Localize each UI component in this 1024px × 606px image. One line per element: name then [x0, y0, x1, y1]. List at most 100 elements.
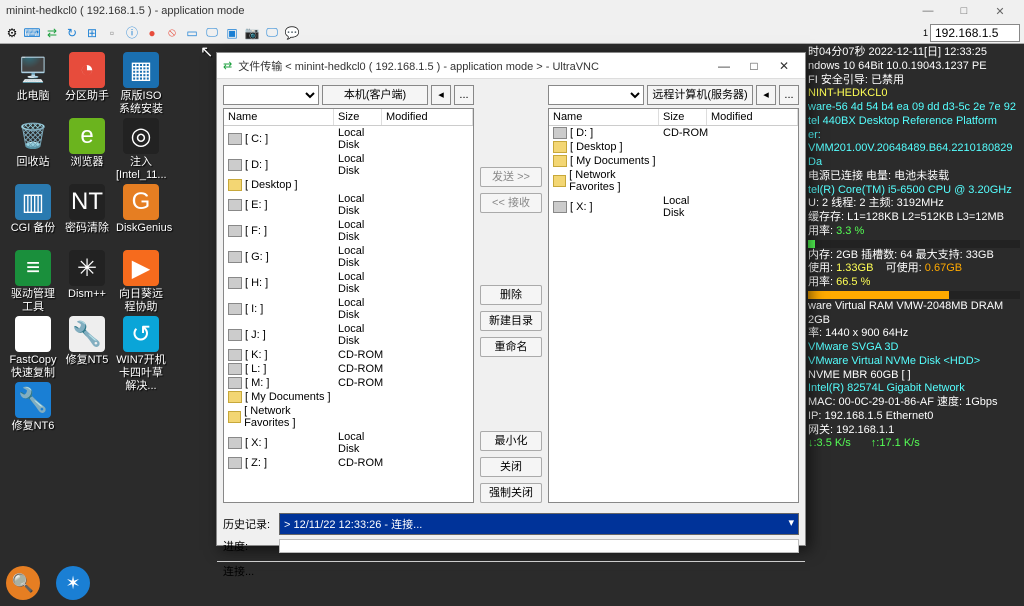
dialog-footer: 历史记录: > 12/11/22 12:33:26 - 连接...▾ 进度:	[217, 509, 805, 561]
toolbar-record-icon[interactable]: ⦸	[164, 25, 180, 41]
taskbar-icon[interactable]: 🔍	[6, 566, 40, 600]
file-row[interactable]: [ D: ]CD-ROM	[549, 126, 798, 140]
close-button[interactable]: ✕	[982, 5, 1018, 18]
drive-icon	[228, 199, 242, 211]
desktop-icon[interactable]: ◎注入[Intel_11...	[116, 118, 166, 182]
remote-file-list[interactable]: Name Size Modified [ D: ]CD-ROM[ Desktop…	[548, 108, 799, 503]
file-row[interactable]: [ M: ]CD-ROM	[224, 376, 473, 390]
col-size[interactable]: Size	[334, 109, 382, 125]
file-row[interactable]: [ X: ]Local Disk	[549, 194, 798, 220]
col-modified[interactable]: Modified	[382, 109, 473, 125]
file-row[interactable]: [ F: ]Local Disk	[224, 218, 473, 244]
toolbar-display-icon[interactable]: 🖵	[204, 25, 220, 41]
desktop-icon[interactable]: 🗑️回收站	[8, 118, 58, 169]
rename-button[interactable]: 重命名	[480, 337, 542, 357]
progress-bar	[279, 539, 799, 553]
folder-icon	[553, 141, 567, 153]
drive-icon	[553, 201, 567, 213]
desktop-icon[interactable]: ≡驱动管理工具	[8, 250, 58, 314]
file-row[interactable]: [ Network Favorites ]	[549, 168, 798, 194]
window-title: minint-hedkcl0 ( 192.168.1.5 ) - applica…	[6, 5, 244, 17]
local-nav-up[interactable]: ◂	[431, 85, 451, 105]
col-size[interactable]: Size	[659, 109, 707, 125]
remote-pane: 远程计算机(服务器) ◂ ... Name Size Modified [ D:…	[548, 85, 799, 503]
toolbar-monitor2-icon[interactable]: 🖵	[264, 25, 280, 41]
maximize-button[interactable]: □	[946, 5, 982, 18]
file-row[interactable]: [ C: ]Local Disk	[224, 126, 473, 152]
desktop-icon[interactable]: GDiskGenius	[116, 184, 166, 235]
desktop-icon[interactable]: NT密码清除	[62, 184, 112, 235]
file-row[interactable]: [ I: ]Local Disk	[224, 296, 473, 322]
taskbar-icon[interactable]: ✶	[56, 566, 90, 600]
file-row[interactable]: [ K: ]CD-ROM	[224, 348, 473, 362]
minimize-button[interactable]: 最小化	[480, 431, 542, 451]
col-modified[interactable]: Modified	[707, 109, 798, 125]
drive-icon	[228, 251, 242, 263]
file-row[interactable]: [ Network Favorites ]	[224, 404, 473, 430]
file-row[interactable]: [ J: ]Local Disk	[224, 322, 473, 348]
drive-icon	[228, 377, 242, 389]
desktop-icon[interactable]: 🖥️此电脑	[8, 52, 58, 103]
dialog-status: 连接...	[217, 561, 805, 580]
toolbar-transfer-icon[interactable]: ⇄	[44, 25, 60, 41]
dialog-close-button[interactable]: ✕	[769, 59, 799, 73]
sysinfo-overlay: 时04分07秒 2022-12-11[日] 12:33:25 ndows 10 …	[804, 44, 1024, 453]
toolbar-blank-icon[interactable]: ▫	[104, 25, 120, 41]
toolbar-camera-icon[interactable]: 📷	[244, 25, 260, 41]
desktop-icon[interactable]: FCFastCopy快速复制	[8, 316, 58, 380]
toolbar-chat-icon[interactable]: 💬	[284, 25, 300, 41]
file-row[interactable]: [ Z: ]CD-ROM	[224, 456, 473, 470]
dialog-maximize-button[interactable]: □	[739, 59, 769, 73]
remote-nav-more[interactable]: ...	[779, 85, 799, 105]
desktop-icon[interactable]: ▥CGI 备份	[8, 184, 58, 235]
send-button[interactable]: 发送 >>	[480, 167, 542, 187]
minimize-button[interactable]: —	[910, 5, 946, 18]
desktop-icon[interactable]: ▦原版ISO系统安装	[116, 52, 166, 116]
receive-button[interactable]: << 接收	[480, 193, 542, 213]
file-row[interactable]: [ D: ]Local Disk	[224, 152, 473, 178]
toolbar-monitors-icon[interactable]: ▣	[224, 25, 240, 41]
close-dialog-button[interactable]: 关闭	[480, 457, 542, 477]
toolbar-refresh-icon[interactable]: ↻	[64, 25, 80, 41]
desktop-icon[interactable]: 🔧修复NT6	[8, 382, 58, 433]
file-row[interactable]: [ E: ]Local Disk	[224, 192, 473, 218]
file-row[interactable]: [ H: ]Local Disk	[224, 270, 473, 296]
file-row[interactable]: [ My Documents ]	[224, 390, 473, 404]
remote-nav-up[interactable]: ◂	[756, 85, 776, 105]
progress-label: 进度:	[223, 538, 273, 554]
mkdir-button[interactable]: 新建目录	[480, 311, 542, 331]
toolbar-fullscreen-icon[interactable]: ▭	[184, 25, 200, 41]
file-row[interactable]: [ My Documents ]	[549, 154, 798, 168]
local-label-button[interactable]: 本机(客户端)	[322, 85, 428, 105]
desktop-icon[interactable]: ✳Dism++	[62, 250, 112, 301]
desktop-icon[interactable]: e浏览器	[62, 118, 112, 169]
remote-label-button[interactable]: 远程计算机(服务器)	[647, 85, 753, 105]
ip-input[interactable]	[930, 24, 1020, 42]
local-nav-more[interactable]: ...	[454, 85, 474, 105]
local-file-list[interactable]: Name Size Modified [ C: ]Local Disk[ D: …	[223, 108, 474, 503]
col-name[interactable]: Name	[224, 109, 334, 125]
dialog-minimize-button[interactable]: —	[709, 59, 739, 73]
file-row[interactable]: [ L: ]CD-ROM	[224, 362, 473, 376]
force-close-button[interactable]: 强制关闭	[480, 483, 542, 503]
desktop-icon[interactable]: ↺WIN7开机卡四叶草解决...	[116, 316, 166, 394]
toolbar-info-icon[interactable]: ⓘ	[124, 25, 140, 41]
remote-path-select[interactable]	[548, 85, 644, 105]
toolbar-option-icon[interactable]: ⚙	[4, 25, 20, 41]
toolbar-cad-icon[interactable]: ⌨	[24, 25, 40, 41]
desktop-icon[interactable]: 🔧修复NT5	[62, 316, 112, 367]
toolbar-win-icon[interactable]: ⊞	[84, 25, 100, 41]
desktop: 🖥️此电脑◔分区助手▦原版ISO系统安装 🗑️回收站e浏览器◎注入[Intel_1…	[0, 44, 210, 606]
file-row[interactable]: [ X: ]Local Disk	[224, 430, 473, 456]
history-select[interactable]: > 12/11/22 12:33:26 - 连接...▾	[279, 513, 799, 535]
file-row[interactable]: [ Desktop ]	[549, 140, 798, 154]
desktop-icon[interactable]: ◔分区助手	[62, 52, 112, 103]
drive-icon	[228, 329, 242, 341]
file-row[interactable]: [ Desktop ]	[224, 178, 473, 192]
toolbar-stop-icon[interactable]: ●	[144, 25, 160, 41]
col-name[interactable]: Name	[549, 109, 659, 125]
local-path-select[interactable]	[223, 85, 319, 105]
file-row[interactable]: [ G: ]Local Disk	[224, 244, 473, 270]
delete-button[interactable]: 删除	[480, 285, 542, 305]
desktop-icon[interactable]: ▶向日葵远程协助	[116, 250, 166, 314]
